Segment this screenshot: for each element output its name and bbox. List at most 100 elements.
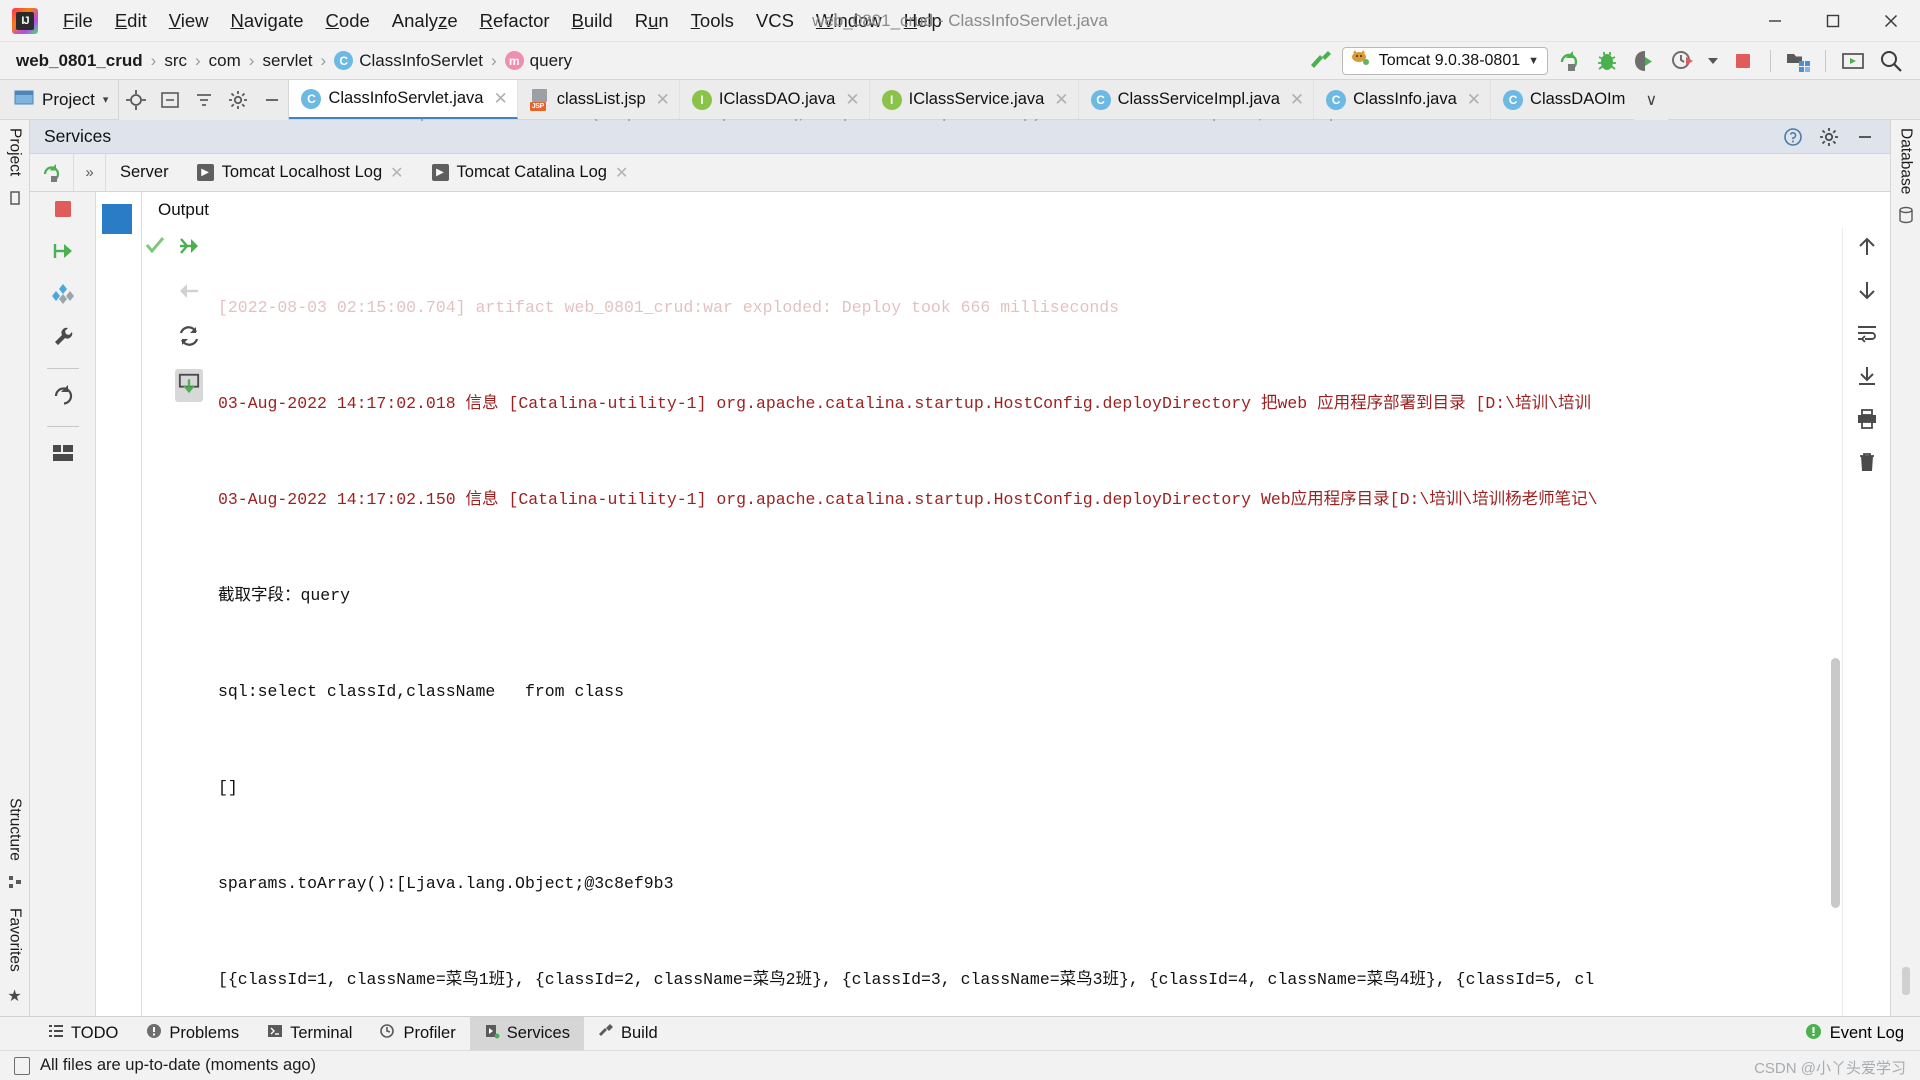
- breadcrumb-servlet[interactable]: servlet: [262, 51, 312, 71]
- close-icon[interactable]: ✕: [615, 163, 628, 183]
- editor-tabs-overflow-icon[interactable]: ∨: [1634, 80, 1669, 120]
- tomcat-icon: [1351, 49, 1371, 72]
- menu-navigate[interactable]: Navigate: [220, 6, 315, 36]
- profiler-icon[interactable]: [1666, 46, 1700, 76]
- project-tool-window-button[interactable]: Project ▾: [0, 80, 120, 119]
- print-icon[interactable]: [1856, 408, 1878, 435]
- services-expand-chevron[interactable]: »: [74, 154, 106, 191]
- console-line: 03-Aug-2022 14:17:02.150 信息 [Catalina-ut…: [218, 490, 1598, 509]
- sidebar-item-favorites[interactable]: Favorites: [6, 900, 24, 980]
- settings-gear-icon[interactable]: [221, 80, 256, 120]
- close-icon[interactable]: ✕: [653, 90, 670, 110]
- run-configuration-selector[interactable]: Tomcat 9.0.38-0801 ▼: [1341, 46, 1548, 75]
- sidebar-item-structure[interactable]: Structure: [6, 790, 24, 869]
- menu-file[interactable]: File: [52, 6, 104, 36]
- services-tab-tomcat-catalina-log[interactable]: ▶ Tomcat Catalina Log ✕: [418, 154, 643, 191]
- editor-tab-iclassservice[interactable]: I IClassService.java ✕: [869, 80, 1079, 119]
- breadcrumb-class-label: ClassInfoServlet: [359, 50, 483, 70]
- project-structure-icon[interactable]: [1781, 46, 1815, 76]
- rerun-icon[interactable]: [1552, 46, 1586, 76]
- target-icon[interactable]: [119, 80, 154, 120]
- updates-icon[interactable]: [1836, 46, 1870, 76]
- soft-wrap-icon[interactable]: [1856, 322, 1878, 349]
- console-scrollbar-thumb[interactable]: [1831, 658, 1840, 908]
- deploy-green-arrow-icon[interactable]: [51, 239, 75, 268]
- sidebar-item-project[interactable]: Project: [6, 120, 24, 184]
- menu-vcs[interactable]: VCS: [745, 6, 805, 36]
- close-icon[interactable]: ✕: [1287, 90, 1304, 110]
- breadcrumb-class[interactable]: C ClassInfoServlet: [334, 51, 483, 71]
- menu-view[interactable]: View: [158, 6, 220, 36]
- breadcrumb-com[interactable]: com: [209, 51, 241, 71]
- scroll-up-icon[interactable]: [1856, 236, 1878, 263]
- chevron-down-icon[interactable]: ▾: [103, 93, 109, 106]
- hammer-build-icon[interactable]: [1304, 46, 1338, 76]
- close-icon[interactable]: ✕: [490, 89, 507, 109]
- star-icon[interactable]: ★: [7, 986, 21, 1006]
- hide-icon[interactable]: [1848, 117, 1882, 157]
- layout-grid-icon[interactable]: [51, 441, 75, 470]
- refresh-icon[interactable]: [177, 324, 201, 353]
- menu-code[interactable]: Code: [315, 6, 381, 36]
- editor-tab-classdaoimpl[interactable]: C ClassDAOIm: [1491, 80, 1635, 119]
- event-log-area[interactable]: Event Log: [1805, 1017, 1920, 1050]
- stop-red-icon[interactable]: [52, 198, 74, 225]
- breadcrumb-project[interactable]: web_0801_crud: [16, 51, 143, 71]
- close-icon[interactable]: ✕: [842, 90, 859, 110]
- editor-tab-iclassdao[interactable]: I IClassDAO.java ✕: [679, 80, 870, 119]
- services-tree-selected-node[interactable]: [102, 204, 132, 234]
- menu-analyze[interactable]: Analyze: [381, 6, 469, 36]
- menu-tools[interactable]: Tools: [680, 6, 745, 36]
- diamonds-icon[interactable]: [51, 282, 75, 311]
- services-console-area: Output [2022-08-03 02:15:00.704] artifac…: [30, 192, 1890, 1016]
- chevron-down-icon[interactable]: ▼: [1528, 55, 1539, 67]
- menu-edit[interactable]: Edit: [104, 6, 158, 36]
- maximize-button[interactable]: [1804, 0, 1862, 42]
- console-scrollbar[interactable]: [1829, 228, 1842, 1016]
- bottom-tab-todo[interactable]: TODO: [34, 1017, 132, 1050]
- breadcrumb-src[interactable]: src: [164, 51, 187, 71]
- wrench-icon[interactable]: [51, 325, 75, 354]
- trash-icon[interactable]: [1856, 451, 1878, 478]
- restart-circular-icon[interactable]: [51, 383, 75, 412]
- close-button[interactable]: [1862, 0, 1920, 42]
- redeploy-icon[interactable]: [175, 369, 203, 402]
- hide-tool-window-icon[interactable]: [255, 80, 290, 120]
- collapse-all-icon[interactable]: [153, 80, 188, 120]
- console-output[interactable]: [2022-08-03 02:15:00.704] artifact web_0…: [210, 228, 1829, 1016]
- bottom-tab-profiler[interactable]: Profiler: [366, 1017, 469, 1050]
- stop-icon[interactable]: [1726, 46, 1760, 76]
- bottom-tab-problems[interactable]: Problems: [132, 1017, 253, 1050]
- editor-tab-classserviceimpl[interactable]: C ClassServiceImpl.java ✕: [1078, 80, 1315, 119]
- editor-tab-classlist-jsp[interactable]: JSP classList.jsp ✕: [517, 80, 680, 119]
- menu-refactor[interactable]: Refactor: [469, 6, 561, 36]
- bottom-tab-services[interactable]: Services: [469, 1017, 584, 1050]
- run-with-coverage-icon[interactable]: [1628, 46, 1662, 76]
- menu-run[interactable]: Run: [624, 6, 680, 36]
- close-icon[interactable]: ✕: [390, 163, 403, 183]
- expand-all-icon[interactable]: [187, 80, 222, 120]
- database-icon[interactable]: [1898, 206, 1914, 229]
- services-tree[interactable]: [96, 192, 142, 1016]
- profiler-dropdown-icon[interactable]: [1704, 46, 1722, 76]
- services-tab-server[interactable]: Server: [106, 154, 183, 191]
- minimize-button[interactable]: [1746, 0, 1804, 42]
- close-icon[interactable]: ✕: [1051, 90, 1068, 110]
- debug-icon[interactable]: [1590, 46, 1624, 76]
- sidebar-item-database[interactable]: Database: [1897, 120, 1915, 202]
- services-tab-tomcat-localhost-log[interactable]: ▶ Tomcat Localhost Log ✕: [183, 154, 418, 191]
- close-icon[interactable]: ✕: [1464, 90, 1481, 110]
- scroll-down-icon[interactable]: [1856, 279, 1878, 306]
- bookmark-icon[interactable]: [7, 190, 23, 211]
- editor-tab-classinfo[interactable]: C ClassInfo.java ✕: [1314, 80, 1492, 119]
- breadcrumb-method[interactable]: m query: [504, 51, 572, 71]
- bottom-tab-terminal[interactable]: Terminal: [253, 1017, 366, 1050]
- scroll-to-end-icon[interactable]: [1856, 365, 1878, 392]
- resume-green-icon[interactable]: [177, 234, 201, 263]
- structure-icon[interactable]: [8, 875, 22, 894]
- search-everywhere-icon[interactable]: [1874, 46, 1908, 76]
- rerun-services-icon[interactable]: [30, 154, 74, 191]
- bottom-tab-build[interactable]: Build: [584, 1017, 672, 1050]
- editor-tab-classinfoservlet[interactable]: C ClassInfoServlet.java ✕: [289, 80, 518, 119]
- menu-build[interactable]: Build: [561, 6, 624, 36]
